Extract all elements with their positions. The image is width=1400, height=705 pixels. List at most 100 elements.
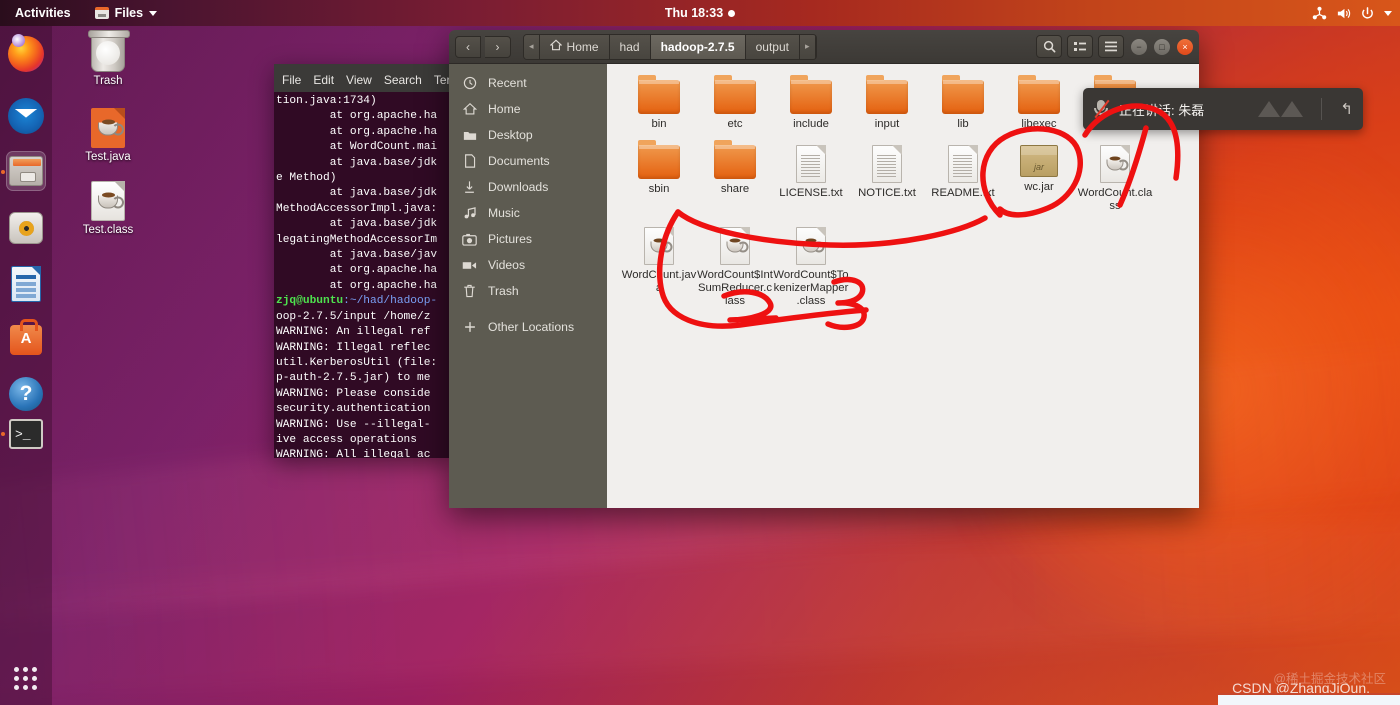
desktop-icon-label: Test.java [85,151,131,163]
file-item[interactable]: bin [621,75,697,131]
file-item[interactable]: input [849,75,925,131]
maximize-button[interactable]: □ [1154,38,1170,55]
breadcrumb[interactable]: ◂ Home had hadoop-2.7.5 output ▸ [523,33,817,60]
file-item-label: wc.jar [1024,181,1054,193]
folder-icon [714,75,756,114]
file-item-label: include [793,118,829,130]
file-item[interactable]: sbin [621,140,697,213]
file-item-label: README.txt [931,187,995,199]
file-item-label: NOTICE.txt [858,187,916,199]
search-button[interactable] [1036,35,1062,58]
sidebar-item-recent[interactable]: Recent [449,70,607,96]
text-file-icon [872,145,902,183]
file-item[interactable]: NOTICE.txt [849,141,925,213]
file-item[interactable]: lib [925,75,1001,131]
notification-dot-icon [728,9,736,17]
breadcrumb-item-home[interactable]: Home [539,34,610,59]
dock-item-ubuntu-software[interactable] [6,319,46,360]
file-item[interactable]: LICENSE.txt [773,141,849,213]
terminal-line: at java.base/jdk [276,218,438,231]
dock-item-help[interactable]: ? [6,374,46,414]
sidebar-item-label: Downloads [488,180,549,194]
breadcrumb-item--[interactable]: ◂ [524,34,540,59]
sidebar-item-home[interactable]: Home [449,96,607,122]
terminal-menu-file[interactable]: File [282,73,301,87]
sidebar-item-trash[interactable]: Trash [449,278,607,304]
search-icon [1043,40,1055,53]
terminal-line: WARNING: Illegal reflec [276,341,431,354]
back-button[interactable]: ‹ [455,35,481,58]
dock-item-files[interactable] [6,151,46,191]
terminal-line: oop-2.7.5/input /home/z [276,310,431,323]
java-source-icon [91,108,125,148]
system-indicators[interactable] [1312,6,1392,21]
terminal-line: zjq@ubuntu:~/had/hadoop- [276,294,454,309]
sidebar-item-videos[interactable]: Videos [449,252,607,278]
terminal-line: p-auth-2.7.5.jar) to me [276,372,431,385]
audio-wave-icon [1258,101,1304,117]
help-icon: ? [9,377,43,411]
terminal-icon: >_ [9,419,43,449]
file-item[interactable]: etc [697,75,773,131]
clock-button[interactable]: Thu 18:33 [0,6,1400,20]
breadcrumb-item--[interactable]: ▸ [799,34,816,59]
sidebar-item-desktop[interactable]: Desktop [449,122,607,148]
terminal-line: WARNING: An illegal ref [276,326,431,339]
file-item-label: sbin [648,183,670,195]
desktop-icon-test-java[interactable]: Test.java [63,108,153,164]
trash-icon [88,30,130,72]
terminal-menu-search[interactable]: Search [384,73,422,87]
file-list-area[interactable]: binetcincludeinputliblibexeclogssbinshar… [607,64,1199,508]
terminal-window[interactable]: File Edit View Search Term tion.java:173… [274,64,454,458]
sidebar-item-label: Documents [488,154,550,168]
sidebar-item-documents[interactable]: Documents [449,148,607,174]
text-file-icon [796,145,826,183]
sidebar-item-pictures[interactable]: Pictures [449,226,607,252]
forward-button[interactable]: › [485,35,511,58]
sidebar-item-downloads[interactable]: Downloads [449,174,607,200]
file-item[interactable]: WordCount.java [621,223,697,308]
desktop-icon-test-class[interactable]: Test.class [63,181,153,237]
terminal-menu-view[interactable]: View [346,73,372,87]
music-icon [462,206,477,220]
file-item[interactable]: WordCount$TokenizerMapper.class [773,223,849,308]
show-applications-button[interactable] [14,667,38,691]
desktop-icon-label: Test.class [82,224,134,236]
file-item[interactable]: WordCount.class [1077,141,1153,213]
dock-item-libreoffice-writer[interactable] [6,264,46,304]
breadcrumb-item-had[interactable]: had [609,34,651,59]
file-item[interactable]: README.txt [925,141,1001,213]
dock-item-thunderbird[interactable] [6,96,46,136]
file-item[interactable]: jar wc.jar [1001,141,1077,213]
folder-icon [790,75,832,114]
desktop-icon-trash[interactable]: Trash [63,30,153,88]
file-item[interactable]: share [697,140,773,213]
file-item[interactable]: libexec [1001,75,1077,131]
dock-item-terminal[interactable]: >_ [6,414,46,454]
terminal-menubar: File Edit View Search Term [274,64,454,92]
breadcrumb-item-output[interactable]: output [745,34,800,59]
undo-arrow-icon[interactable]: ↰ [1340,100,1353,118]
dock-item-rhythmbox[interactable] [6,208,46,248]
terminal-menu-edit[interactable]: Edit [313,73,334,87]
terminal-line: e Method) [276,172,337,185]
terminal-output[interactable]: tion.java:1734) at org.apache.ha at org.… [274,92,454,458]
terminal-line: MethodAccessorImpl.java: [276,202,438,215]
hamburger-menu-icon [1105,41,1117,52]
hamburger-menu-button[interactable] [1098,35,1124,58]
file-item[interactable]: include [773,75,849,131]
terminal-line: ive access operations [276,433,417,446]
view-options-button[interactable] [1067,35,1093,58]
places-sidebar[interactable]: Recent Home Desktop Documents Downloads Music… [449,64,607,508]
sidebar-item-music[interactable]: Music [449,200,607,226]
sidebar-item-other-locations[interactable]: Other Locations [449,314,607,340]
dock-item-firefox[interactable] [6,34,46,74]
file-item[interactable]: WordCount$IntSumReducer.class [697,223,773,308]
speech-notification-popup[interactable]: 正在讲话: 朱磊 ↰ [1083,88,1363,130]
download-icon [462,180,477,194]
breadcrumb-item-hadoop-2-7-5[interactable]: hadoop-2.7.5 [650,34,746,59]
close-button[interactable]: × [1177,38,1193,55]
minimize-button[interactable]: − [1131,38,1147,55]
divider [1321,98,1323,120]
chevron-left-icon: ‹ [466,39,470,54]
